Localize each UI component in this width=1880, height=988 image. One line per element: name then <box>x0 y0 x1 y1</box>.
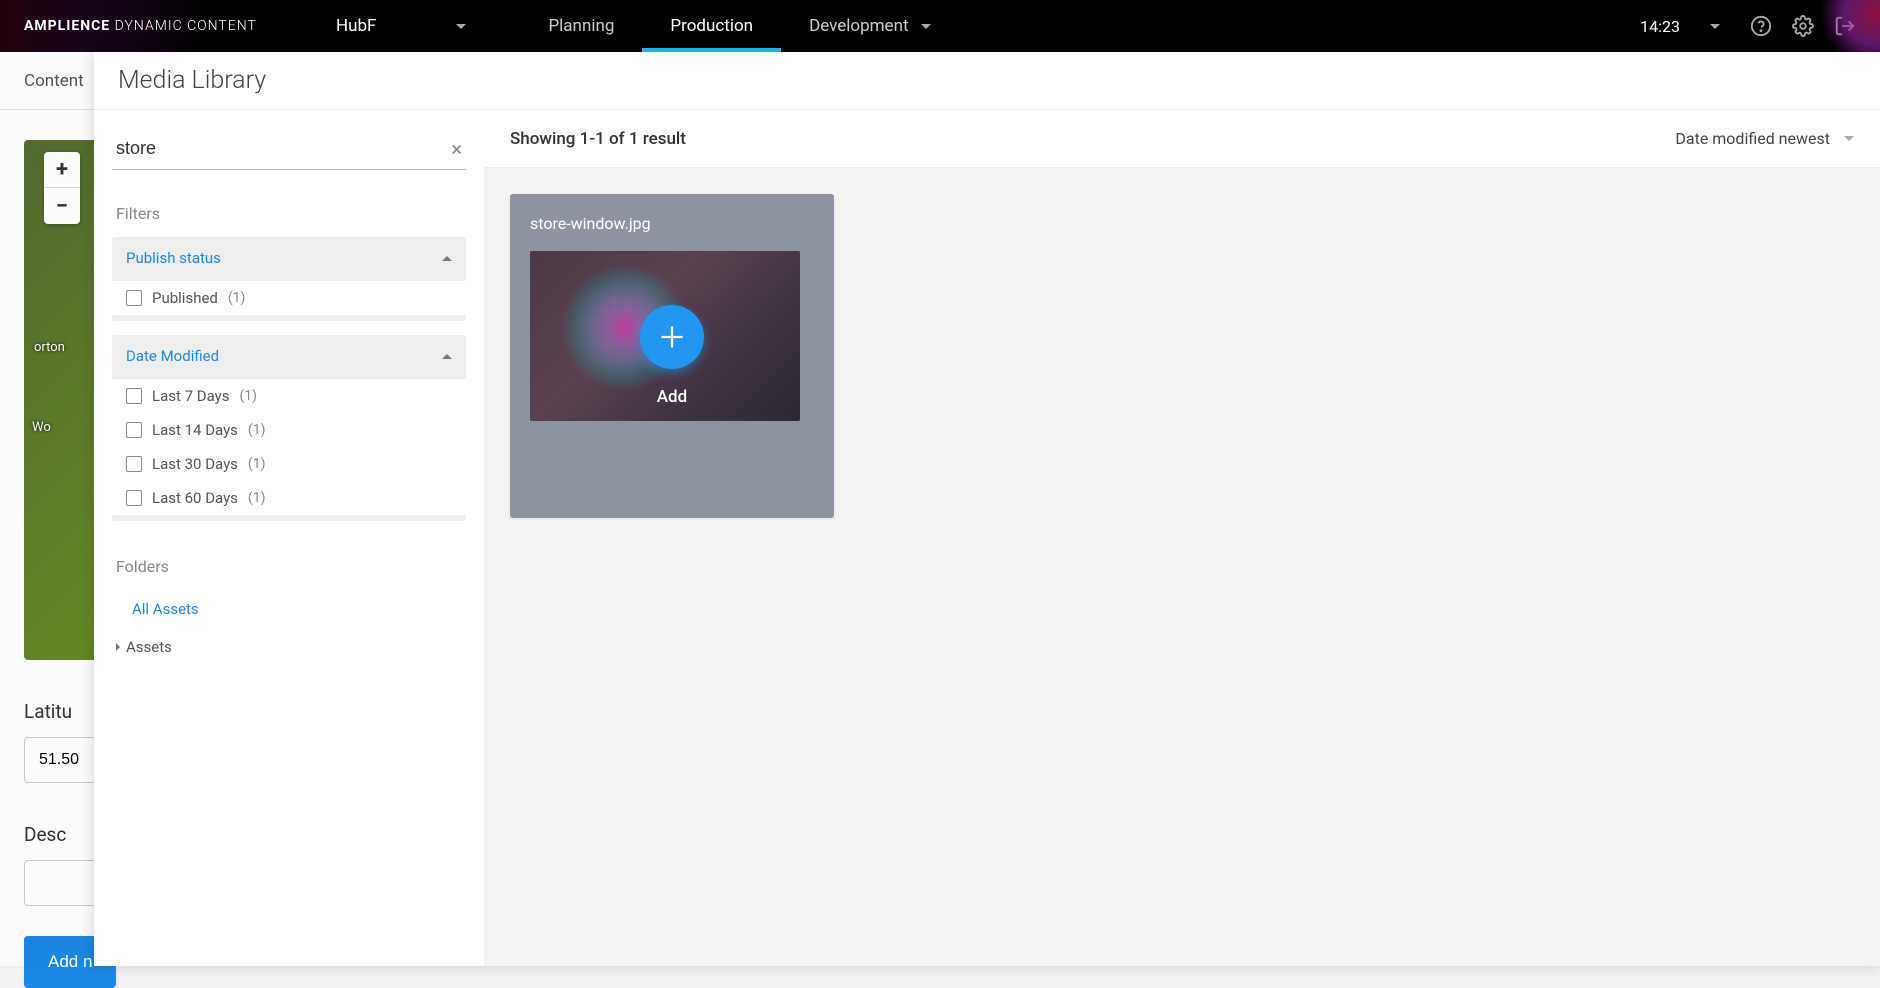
media-library-overlay: Media Library × Filters Publish status <box>0 52 1880 966</box>
filters-heading: Filters <box>116 204 466 223</box>
add-overlay: Add <box>510 194 834 518</box>
top-bar: AMPLIENCE DYNAMIC CONTENT HubF Planning … <box>0 0 1880 52</box>
checkbox[interactable] <box>126 490 142 506</box>
media-library-modal: Media Library × Filters Publish status <box>94 52 1880 966</box>
filter-section-toggle[interactable]: Date Modified <box>112 335 466 377</box>
filter-option-last-60-days[interactable]: Last 60 Days (1) <box>112 481 466 515</box>
logo-product: DYNAMIC CONTENT <box>115 18 257 34</box>
filter-option-published[interactable]: Published (1) <box>112 281 466 315</box>
logo-brand: AMPLIENCE <box>24 18 110 34</box>
filter-option-count: (1) <box>240 388 258 404</box>
sort-dropdown[interactable]: Date modified newest <box>1675 129 1854 148</box>
filter-option-last-30-days[interactable]: Last 30 Days (1) <box>112 447 466 481</box>
topbar-right: 14:23 <box>1640 0 1880 52</box>
chevron-down-icon <box>921 24 931 29</box>
filter-option-label: Last 60 Days <box>152 489 238 507</box>
clear-search-icon[interactable]: × <box>451 137 462 161</box>
logo-area: AMPLIENCE DYNAMIC CONTENT <box>0 0 312 52</box>
search-input[interactable] <box>112 128 466 170</box>
sort-label: Date modified newest <box>1675 129 1830 148</box>
chevron-down-icon <box>1710 24 1720 29</box>
help-icon[interactable] <box>1750 15 1772 37</box>
filter-section-publish-status: Publish status Published (1) <box>112 237 466 321</box>
chevron-right-icon <box>116 643 120 651</box>
results-grid: store-window.jpg Add <box>484 168 1880 544</box>
filter-option-label: Last 30 Days <box>152 455 238 473</box>
chevron-up-icon <box>442 256 452 261</box>
filter-section-title: Date Modified <box>126 347 219 365</box>
logout-icon[interactable] <box>1834 15 1856 37</box>
filters-panel: × Filters Publish status Published (1) <box>94 110 484 966</box>
time-selector[interactable]: 14:23 <box>1640 17 1730 36</box>
filter-option-label: Published <box>152 289 218 307</box>
chevron-up-icon <box>442 354 452 359</box>
add-asset-button[interactable] <box>640 305 704 369</box>
nav-tab-label: Development <box>809 16 908 36</box>
modal-header: Media Library <box>94 52 1880 110</box>
asset-card[interactable]: store-window.jpg Add <box>510 194 834 518</box>
nav-tab-planning[interactable]: Planning <box>520 0 642 52</box>
results-header: Showing 1-1 of 1 result Date modified ne… <box>484 110 1880 168</box>
filter-option-count: (1) <box>228 290 246 306</box>
nav-tabs: Planning Production Development <box>520 0 958 52</box>
filter-option-last-14-days[interactable]: Last 14 Days (1) <box>112 413 466 447</box>
modal-body: × Filters Publish status Published (1) <box>94 110 1880 966</box>
filter-section-title: Publish status <box>126 249 221 267</box>
filter-option-count: (1) <box>248 456 266 472</box>
checkbox[interactable] <box>126 290 142 306</box>
filter-option-last-7-days[interactable]: Last 7 Days (1) <box>112 379 466 413</box>
nav-tab-development[interactable]: Development <box>781 0 958 52</box>
filter-section-toggle[interactable]: Publish status <box>112 237 466 279</box>
results-panel: Showing 1-1 of 1 result Date modified ne… <box>484 110 1880 966</box>
filter-options: Published (1) <box>112 279 466 321</box>
results-count: Showing 1-1 of 1 result <box>510 129 686 149</box>
plus-icon <box>658 323 686 351</box>
filter-options: Last 7 Days (1) Last 14 Days (1) Last 30… <box>112 377 466 521</box>
gear-icon[interactable] <box>1792 15 1814 37</box>
add-label: Add <box>657 387 687 407</box>
logo: AMPLIENCE DYNAMIC CONTENT <box>24 18 257 34</box>
overlay-gap <box>0 52 94 966</box>
checkbox[interactable] <box>126 456 142 472</box>
folder-assets[interactable]: Assets <box>112 632 466 662</box>
nav-tab-label: Production <box>670 16 753 36</box>
nav-tab-production[interactable]: Production <box>642 0 781 52</box>
filter-option-label: Last 14 Days <box>152 421 238 439</box>
chevron-down-icon <box>456 24 466 29</box>
checkbox[interactable] <box>126 388 142 404</box>
filter-option-label: Last 7 Days <box>152 387 230 405</box>
hub-name: HubF <box>336 16 376 36</box>
filter-option-count: (1) <box>248 422 266 438</box>
chevron-down-icon <box>1844 136 1854 141</box>
filter-option-count: (1) <box>248 490 266 506</box>
hub-selector[interactable]: HubF <box>312 0 490 52</box>
time-label: 14:23 <box>1640 17 1680 36</box>
checkbox[interactable] <box>126 422 142 438</box>
folder-label: Assets <box>126 638 172 656</box>
nav-tab-label: Planning <box>548 16 614 36</box>
filter-section-date-modified: Date Modified Last 7 Days (1) Last 14 Da… <box>112 335 466 521</box>
all-assets-link[interactable]: All Assets <box>112 594 466 624</box>
folders-heading: Folders <box>116 557 466 576</box>
modal-title: Media Library <box>118 66 266 95</box>
search-wrap: × <box>112 128 466 170</box>
